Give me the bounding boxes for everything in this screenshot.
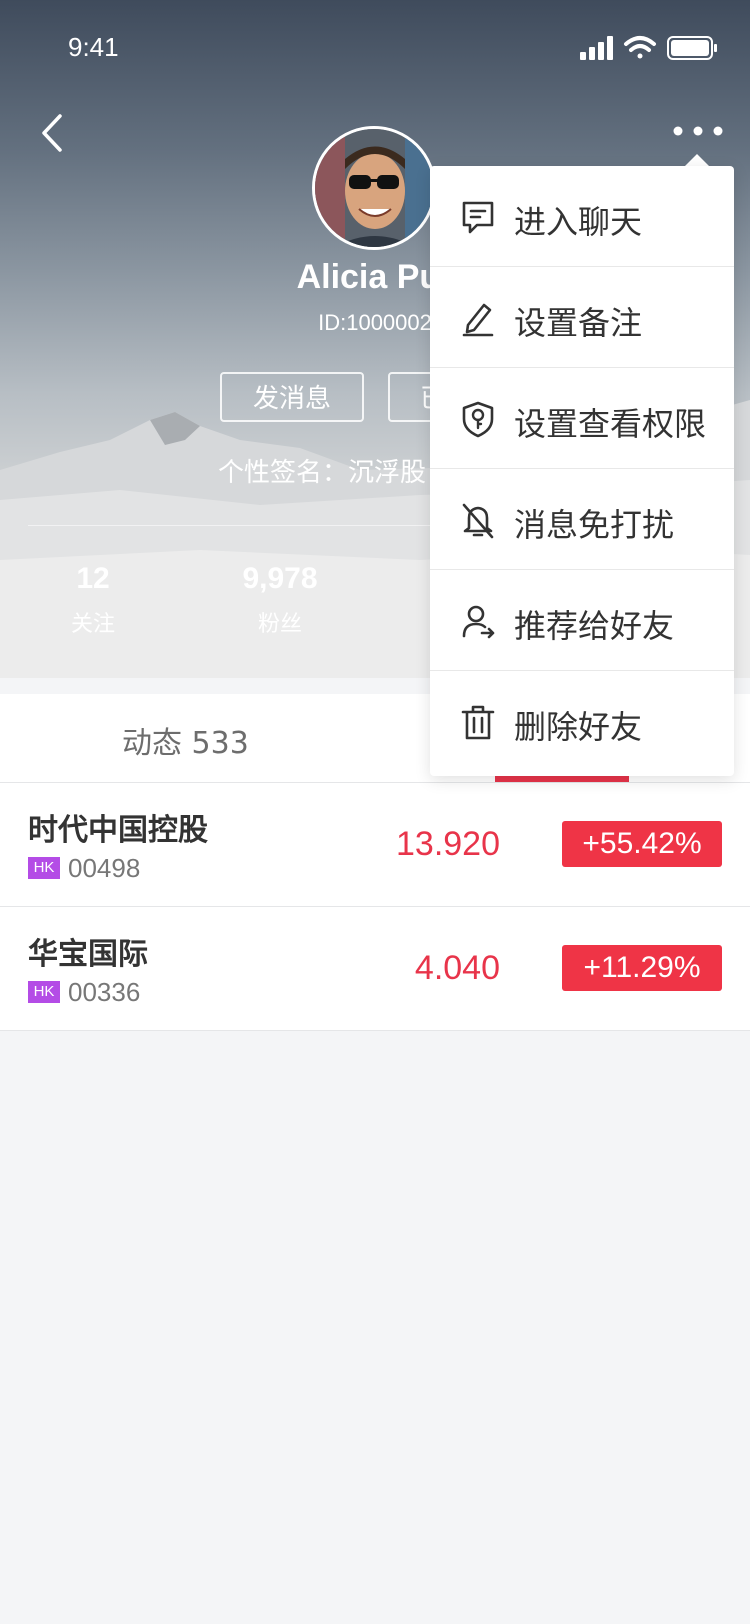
stat-value: 9,978 (242, 562, 318, 595)
back-button[interactable] (34, 108, 70, 158)
stat-followers[interactable]: 9,978 粉丝 (200, 562, 360, 638)
status-icons (580, 36, 717, 60)
avatar-image (315, 129, 433, 247)
stat-label: 粉丝 (257, 612, 302, 637)
market-badge: HK (28, 857, 60, 879)
edit-icon (462, 303, 494, 337)
trash-icon (461, 705, 495, 740)
stock-change-badge: +11.29% (562, 945, 722, 991)
more-dots-icon (673, 126, 723, 136)
menu-item-delete-friend[interactable]: 删除好友 (430, 671, 734, 772)
stock-name: 华宝国际 (28, 937, 148, 972)
menu-item-do-not-disturb[interactable]: 消息免打扰 (430, 469, 734, 570)
back-arrow-icon (42, 114, 62, 152)
stock-row[interactable]: 时代中国控股 HK 00498 13.920 +55.42% (0, 783, 750, 907)
signal-icon (580, 36, 613, 60)
stock-change-badge: +55.42% (562, 821, 722, 867)
menu-item-label: 设置备注 (514, 304, 643, 342)
avatar (312, 126, 436, 250)
stock-row[interactable]: 华宝国际 HK 00336 4.040 +11.29% (0, 907, 750, 1031)
send-message-button[interactable]: 发消息 (220, 372, 364, 422)
stat-following[interactable]: 12 关注 (13, 562, 173, 638)
active-tab-indicator (495, 776, 629, 782)
shield-key-icon (462, 401, 494, 438)
bell-off-icon (462, 503, 494, 539)
more-button[interactable] (670, 116, 726, 146)
stock-price: 4.040 (414, 949, 500, 987)
menu-item-label: 进入聊天 (514, 203, 643, 241)
chat-icon (462, 201, 494, 234)
tab-activity[interactable]: 动态 533 (122, 718, 249, 762)
status-bar: 9:41 (0, 0, 750, 96)
market-badge: HK (28, 981, 60, 1003)
stock-name: 时代中国控股 (28, 813, 208, 848)
share-user-icon (462, 605, 495, 639)
menu-item-recommend-friend[interactable]: 推荐给好友 (430, 570, 734, 671)
menu-item-label: 推荐给好友 (514, 607, 675, 645)
status-time: 9:41 (68, 32, 119, 62)
stock-code: 00336 (68, 977, 141, 1007)
menu-item-enter-chat[interactable]: 进入聊天 (430, 166, 734, 267)
menu-item-label: 删除好友 (514, 708, 643, 746)
wifi-icon (624, 36, 656, 59)
stock-price: 13.920 (396, 825, 500, 863)
battery-icon (667, 36, 717, 60)
more-options-menu: 进入聊天 设置备注 设置查看权限 消息免打扰 推荐给好友 删除好友 (430, 166, 734, 776)
menu-item-label: 设置查看权限 (514, 405, 707, 443)
menu-item-label: 消息免打扰 (514, 506, 675, 544)
menu-item-set-remark[interactable]: 设置备注 (430, 267, 734, 368)
stat-value: 12 (76, 562, 110, 595)
menu-item-view-permission[interactable]: 设置查看权限 (430, 368, 734, 469)
profile-signature: 个性签名：沉浮股 (218, 458, 427, 488)
stock-code: 00498 (68, 853, 141, 883)
stat-label: 关注 (70, 612, 115, 637)
